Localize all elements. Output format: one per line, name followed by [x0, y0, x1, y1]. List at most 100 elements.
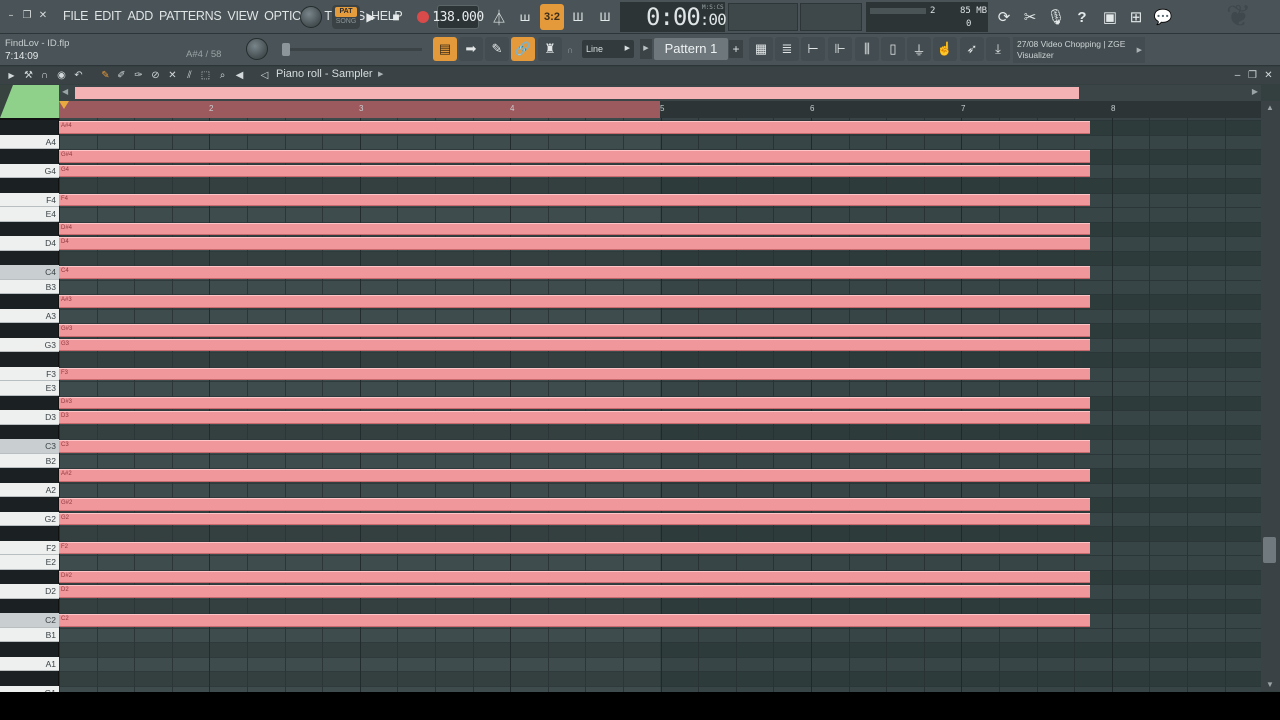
pattern-prev-icon[interactable]: ▶	[640, 39, 652, 59]
help-icon[interactable]: ?	[1070, 4, 1094, 30]
note-block[interactable]: F2	[59, 541, 1090, 554]
note-block[interactable]: G2	[59, 512, 1090, 525]
piano-key[interactable]	[0, 221, 58, 236]
speaker-icon[interactable]: ◁	[258, 69, 271, 82]
timeline-ruler[interactable]: 2 3 4 5 6 7 8	[59, 101, 1261, 118]
piano-key[interactable]	[0, 468, 58, 483]
note-block[interactable]: C4	[59, 266, 1090, 279]
pencil-icon[interactable]: ✎	[485, 37, 509, 61]
piano-key[interactable]	[0, 671, 58, 686]
piano-key[interactable]	[0, 120, 58, 135]
note-block[interactable]: F4	[59, 193, 1090, 206]
playlist-icon[interactable]: ▤	[433, 37, 457, 61]
wait-for-input-icon[interactable]: ꟺ	[513, 4, 537, 30]
scroll-up-icon[interactable]: ▲	[1266, 103, 1274, 112]
countdown-icon[interactable]: 3:2	[540, 4, 564, 30]
touch-controller-icon[interactable]: ☝	[933, 37, 957, 61]
record-icon[interactable]	[412, 5, 434, 29]
maximize-window-icon[interactable]: ❐	[1246, 69, 1259, 82]
piano-key[interactable]: B1	[0, 627, 59, 642]
note-block[interactable]: G4	[59, 164, 1090, 177]
note-block[interactable]: A#3	[59, 295, 1090, 308]
piano-key[interactable]: G2	[0, 511, 59, 526]
plugin-picker-icon[interactable]: ⊩	[828, 37, 852, 61]
tempo-display[interactable]: 138.000	[432, 5, 484, 29]
recording-panel[interactable]	[728, 3, 798, 31]
menu-view[interactable]: VIEW	[224, 7, 261, 25]
snap-selector[interactable]: Line ▶	[582, 40, 634, 58]
master-pitch-knob[interactable]	[246, 38, 268, 60]
select-tool-icon[interactable]: ⬚	[199, 69, 212, 82]
piano-key[interactable]: G4	[0, 163, 59, 178]
piano-key[interactable]	[0, 424, 58, 439]
paint-drums-icon[interactable]: ✑	[132, 69, 145, 82]
piano-key[interactable]: C3	[0, 439, 59, 454]
piano-key[interactable]: D4	[0, 236, 59, 251]
note-block[interactable]: D#2	[59, 570, 1090, 583]
save-icon[interactable]: ▣	[1098, 4, 1122, 30]
undo-icon[interactable]: ↶	[72, 69, 85, 82]
piano-key[interactable]	[0, 642, 58, 657]
piano-key[interactable]	[0, 569, 58, 584]
loop-record-icon[interactable]: Ш	[593, 4, 617, 30]
metronome-icon[interactable]: ⏃	[487, 4, 511, 30]
chevron-right-icon[interactable]: ▶	[378, 70, 383, 78]
piano-key[interactable]: E2	[0, 555, 59, 570]
menu-patterns[interactable]: PATTERNS	[156, 7, 224, 25]
stamp-icon[interactable]: ♜	[538, 37, 562, 61]
note-block[interactable]: G3	[59, 338, 1090, 351]
stop-icon[interactable]: ■	[387, 5, 405, 29]
mixer-icon[interactable]: ⊞	[1124, 4, 1148, 30]
piano-key[interactable]: F2	[0, 540, 59, 555]
piano-key[interactable]: C4	[0, 265, 59, 280]
piano-key[interactable]	[0, 178, 58, 193]
piano-key[interactable]: A4	[0, 134, 59, 149]
piano-key[interactable]: G3	[0, 337, 59, 352]
note-block[interactable]: G#3	[59, 324, 1090, 337]
draw-tool-icon[interactable]: ✎	[99, 69, 112, 82]
mute-tool-icon[interactable]: ✕	[166, 69, 179, 82]
piano-key[interactable]: D3	[0, 410, 59, 425]
note-block[interactable]: A#2	[59, 469, 1090, 482]
vertical-scroll-thumb[interactable]	[1263, 537, 1276, 563]
mixer-faders-icon[interactable]: ⫼	[855, 37, 879, 61]
news-panel[interactable]: 27/08 Video Chopping | ZGE Visualizer ▶	[1013, 37, 1145, 63]
scroll-left-icon[interactable]: ◀	[62, 87, 68, 96]
piano-key[interactable]	[0, 149, 58, 164]
note-block[interactable]: G#4	[59, 150, 1090, 163]
arrow-icon[interactable]: ➡	[459, 37, 483, 61]
minimize-icon[interactable]: –	[4, 9, 18, 23]
channel-color-corner[interactable]	[0, 85, 59, 118]
vertical-scrollbar[interactable]: ▲ ▼	[1261, 101, 1280, 691]
piano-key[interactable]: F4	[0, 192, 59, 207]
add-pattern-button[interactable]: +	[729, 40, 743, 58]
note-block[interactable]: C2	[59, 614, 1090, 627]
piano-key[interactable]: B3	[0, 279, 59, 294]
piano-key[interactable]: A3	[0, 308, 59, 323]
performance-icon[interactable]: ➶	[960, 37, 984, 61]
link-icon[interactable]: 🔗	[511, 37, 535, 61]
plugin-icon[interactable]: ⏚	[907, 37, 931, 61]
horizontal-scrollbar[interactable]: ◀ ▶	[59, 85, 1261, 101]
note-block[interactable]: A#4	[59, 121, 1090, 134]
slice-tool-icon[interactable]: ⫽	[183, 69, 196, 82]
note-block[interactable]: D3	[59, 411, 1090, 424]
piano-key[interactable]	[0, 294, 58, 309]
piano-key[interactable]	[0, 395, 58, 410]
step-sequencer-icon[interactable]: ⊢	[801, 37, 825, 61]
piano-key[interactable]: F3	[0, 366, 59, 381]
horizontal-scroll-thumb[interactable]	[75, 87, 1079, 99]
piano-key[interactable]	[0, 250, 58, 265]
delete-tool-icon[interactable]: ⊘	[149, 69, 162, 82]
piano-key[interactable]: C2	[0, 613, 59, 628]
piano-key[interactable]	[0, 323, 58, 338]
chat-icon[interactable]: 💬	[1151, 4, 1175, 30]
close-icon[interactable]: ✕	[36, 9, 50, 23]
microphone-icon[interactable]: 🎙	[1044, 4, 1068, 30]
piano-key[interactable]: D2	[0, 584, 59, 599]
note-block[interactable]: D2	[59, 585, 1090, 598]
piano-key[interactable]: A1	[0, 656, 59, 671]
pat-song-toggle[interactable]: PAT SONG	[332, 5, 360, 29]
channel-rack-icon[interactable]: ▦	[749, 37, 773, 61]
minimize-window-icon[interactable]: –	[1231, 69, 1244, 82]
